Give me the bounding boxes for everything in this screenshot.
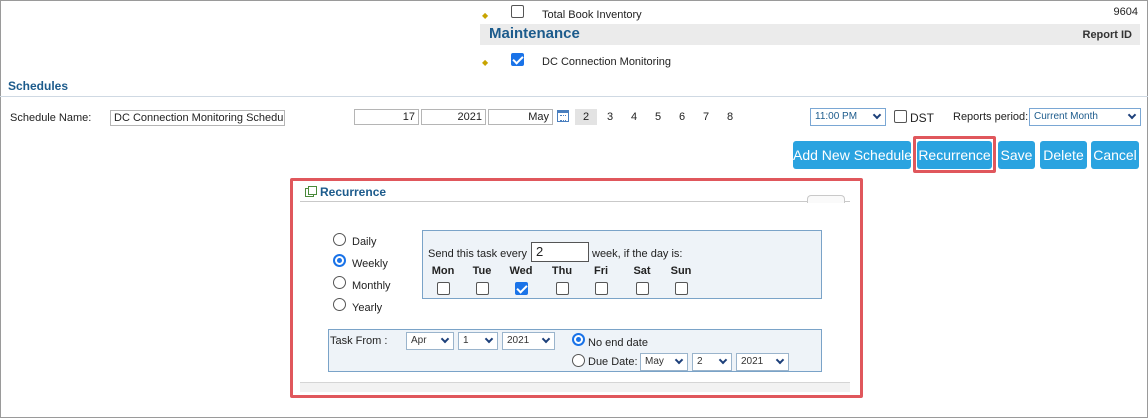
- send-every-suffix: week, if the day is:: [592, 248, 683, 260]
- chevron-down-icon: [775, 355, 785, 365]
- recurrence-tab: [807, 195, 845, 203]
- frequency-radio-yearly[interactable]: [333, 298, 346, 311]
- day-checkbox-mon[interactable]: [437, 282, 450, 295]
- add-new-schedule-button[interactable]: Add New Schedule: [793, 141, 912, 169]
- report-checkbox-dc-connection-monitoring[interactable]: [511, 53, 524, 66]
- bullet-icon: ◆: [482, 11, 489, 20]
- due-month-value: May: [645, 356, 664, 367]
- report-label: DC Connection Monitoring: [542, 56, 672, 68]
- task-from-month-value: Apr: [411, 335, 427, 346]
- recurrence-footer: [300, 382, 850, 392]
- send-every-input[interactable]: 2: [531, 242, 589, 262]
- week-number[interactable]: 6: [675, 111, 689, 123]
- recurrence-panel-title: Recurrence: [320, 185, 387, 199]
- schedules-divider: [0, 96, 1148, 97]
- day-checkbox-fri[interactable]: [595, 282, 608, 295]
- day-label: Mon: [431, 265, 455, 277]
- chevron-down-icon: [674, 355, 684, 365]
- dst-label: DST: [910, 111, 934, 125]
- week-number[interactable]: 5: [651, 111, 665, 123]
- week-number[interactable]: 4: [627, 111, 641, 123]
- frequency-radio-daily[interactable]: [333, 233, 346, 246]
- report-label: Total Book Inventory: [542, 9, 642, 21]
- time-select[interactable]: 11:00 PM: [810, 108, 886, 126]
- send-every-prefix: Send this task every: [428, 248, 528, 260]
- no-end-date-radio[interactable]: [572, 333, 585, 346]
- report-id-header: Report ID: [1082, 29, 1133, 41]
- task-from-year-value: 2021: [507, 335, 530, 346]
- day-checkbox-wed[interactable]: [515, 282, 528, 295]
- chevron-down-icon: [872, 110, 882, 120]
- task-from-month-select[interactable]: Apr: [406, 332, 454, 350]
- reports-period-value: Current Month: [1034, 111, 1098, 122]
- week-number-selected[interactable]: 2: [575, 109, 597, 125]
- chevron-down-icon: [718, 355, 728, 365]
- day-checkbox-tue[interactable]: [476, 282, 489, 295]
- task-from-day-value: 1: [463, 335, 469, 346]
- week-number[interactable]: 7: [699, 111, 713, 123]
- frequency-label: Weekly: [352, 258, 388, 270]
- save-button[interactable]: Save: [998, 141, 1035, 169]
- maintenance-group-title: Maintenance: [489, 25, 580, 42]
- schedule-name-input[interactable]: DC Connection Monitoring Schedu: [110, 110, 285, 126]
- task-from-day-select[interactable]: 1: [458, 332, 498, 350]
- reports-period-select[interactable]: Current Month: [1029, 108, 1141, 126]
- week-number[interactable]: 8: [723, 111, 737, 123]
- time-select-value: 11:00 PM: [815, 111, 858, 122]
- task-from-year-select[interactable]: 2021: [502, 332, 555, 350]
- due-month-select[interactable]: May: [640, 353, 688, 371]
- chevron-down-icon: [1127, 110, 1137, 120]
- frequency-radio-weekly[interactable]: [333, 254, 346, 267]
- day-label: Thu: [551, 265, 573, 277]
- schedules-title: Schedules: [8, 79, 69, 93]
- day-checkbox-sat[interactable]: [636, 282, 649, 295]
- day-label: Sun: [670, 265, 692, 277]
- reports-period-label: Reports period:: [953, 111, 1029, 123]
- schedule-name-label: Schedule Name:: [10, 112, 92, 124]
- report-value: 9604: [1113, 6, 1138, 18]
- due-date-label: Due Date:: [588, 356, 638, 368]
- recurrence-window-icon: [305, 186, 317, 197]
- report-checkbox-total-book-inventory[interactable]: [511, 5, 524, 18]
- frequency-label: Monthly: [352, 280, 391, 292]
- frequency-label: Daily: [352, 236, 377, 248]
- due-year-value: 2021: [741, 356, 764, 367]
- calendar-icon[interactable]: [557, 110, 569, 122]
- frequency-label: Yearly: [352, 302, 383, 314]
- day-input[interactable]: 17: [354, 109, 419, 125]
- day-label: Tue: [472, 265, 492, 277]
- due-year-select[interactable]: 2021: [736, 353, 789, 371]
- due-day-value: 2: [697, 356, 703, 367]
- frequency-radio-monthly[interactable]: [333, 276, 346, 289]
- bullet-icon: ◆: [482, 58, 489, 67]
- week-number[interactable]: 3: [603, 111, 617, 123]
- cancel-button[interactable]: Cancel: [1091, 141, 1139, 169]
- due-day-select[interactable]: 2: [692, 353, 732, 371]
- day-checkbox-thu[interactable]: [556, 282, 569, 295]
- day-checkbox-sun[interactable]: [675, 282, 688, 295]
- task-from-label: Task From :: [330, 335, 388, 347]
- year-input[interactable]: 2021: [421, 109, 486, 125]
- due-date-radio[interactable]: [572, 354, 585, 367]
- recurrence-button[interactable]: Recurrence: [917, 141, 992, 169]
- chevron-down-icon: [484, 334, 494, 344]
- no-end-date-label: No end date: [588, 337, 648, 349]
- day-label: Fri: [593, 265, 609, 277]
- month-input[interactable]: May: [488, 109, 553, 125]
- delete-button[interactable]: Delete: [1040, 141, 1087, 169]
- day-label: Wed: [509, 265, 533, 277]
- chevron-down-icon: [440, 334, 450, 344]
- chevron-down-icon: [541, 334, 551, 344]
- recurrence-header-line: [300, 201, 850, 202]
- day-label: Sat: [633, 265, 651, 277]
- dst-checkbox[interactable]: [894, 110, 907, 123]
